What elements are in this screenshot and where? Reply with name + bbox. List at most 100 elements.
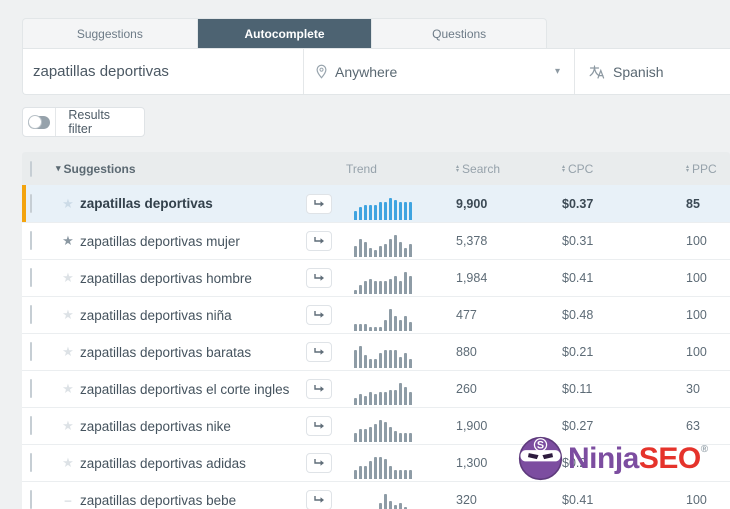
trend-sparkline	[344, 490, 448, 509]
ppc-value: 100	[686, 271, 707, 285]
row-checkbox[interactable]	[30, 342, 32, 361]
filter-toggle-icon[interactable]	[28, 115, 51, 129]
trend-sparkline	[344, 379, 448, 405]
cpc-value: $0.37	[562, 196, 594, 211]
brand-ninja: Ninja	[568, 441, 639, 475]
row-checkbox[interactable]	[30, 305, 32, 324]
cpc-value: $0.31	[562, 234, 594, 248]
language-value: Spanish	[613, 63, 664, 80]
append-keyword-button[interactable]	[306, 490, 332, 509]
favorite-star-icon[interactable]: ★	[56, 307, 80, 323]
subdirectory-arrow-icon	[314, 274, 324, 281]
favorite-star-icon[interactable]: ★	[56, 233, 80, 249]
suggestion-keyword: zapatillas deportivas mujer	[80, 233, 240, 249]
favorite-star-icon[interactable]: ★	[56, 418, 80, 434]
row-checkbox[interactable]	[30, 379, 32, 398]
trend-sparkline	[344, 231, 448, 257]
header-suggestions[interactable]: Suggestions	[56, 162, 300, 176]
ppc-value: 85	[686, 196, 700, 211]
cpc-value: $0.21	[562, 345, 594, 359]
row-checkbox[interactable]	[30, 268, 32, 287]
favorite-star-icon[interactable]: ★	[56, 196, 80, 212]
select-all-checkbox[interactable]	[30, 160, 32, 177]
append-keyword-button[interactable]	[306, 193, 332, 214]
trend-sparkline	[344, 342, 448, 368]
favorite-star-icon[interactable]: ★	[56, 344, 80, 360]
svg-text:S: S	[537, 440, 544, 452]
subdirectory-arrow-icon	[314, 199, 324, 207]
results-filter-button[interactable]: Results filter	[22, 107, 145, 137]
tab-questions[interactable]: Questions	[372, 19, 546, 48]
append-keyword-button[interactable]	[306, 379, 332, 399]
append-keyword-button[interactable]	[306, 342, 332, 362]
dash-icon[interactable]: –	[56, 493, 80, 507]
search-volume: 260	[456, 382, 477, 396]
ninjaseo-watermark: S Ninja SEO ®	[518, 436, 708, 481]
row-checkbox[interactable]	[30, 453, 32, 472]
trend-sparkline	[344, 194, 448, 220]
header-search[interactable]: ▴ ▾ Search	[448, 162, 560, 176]
append-keyword-button[interactable]	[306, 416, 332, 436]
location-selector[interactable]: Anywhere ▾	[303, 49, 574, 94]
ppc-value: 30	[686, 382, 700, 396]
brand-seo: SEO	[638, 441, 701, 475]
suggestion-keyword: zapatillas deportivas baratas	[80, 344, 252, 360]
table-row: ★ zapatillas deportivas hombre 1,984 $0.41 1…	[22, 260, 730, 297]
keyword-research-page: Suggestions Autocomplete Questions Anywh…	[0, 0, 730, 509]
trend-sparkline	[344, 305, 448, 331]
language-selector[interactable]: Spanish	[574, 49, 730, 94]
append-keyword-button[interactable]	[306, 305, 332, 325]
row-checkbox[interactable]	[30, 193, 32, 213]
registered-mark: ®	[700, 443, 708, 455]
ppc-value: 100	[686, 308, 707, 322]
ppc-value: 100	[686, 493, 707, 507]
filter-label: Results filter	[68, 108, 111, 136]
search-volume: 477	[456, 308, 477, 322]
subdirectory-arrow-icon	[314, 237, 324, 244]
header-ppc[interactable]: ▴ ▾ PPC	[682, 162, 730, 176]
suggestion-keyword: zapatillas deportivas nike	[80, 418, 231, 434]
ninja-logo-icon: S	[518, 436, 563, 481]
append-keyword-button[interactable]	[306, 268, 332, 288]
tab-bar: Suggestions Autocomplete Questions	[22, 18, 547, 48]
search-volume: 1,984	[456, 271, 488, 285]
table-row: ★ zapatillas deportivas niña 477 $0.48 100	[22, 297, 730, 334]
cpc-value: $0.41	[562, 271, 594, 285]
search-volume: 880	[456, 345, 477, 359]
trend-sparkline	[344, 268, 448, 294]
table-row: ★ zapatillas deportivas 9,900 $0.37 85	[22, 185, 730, 223]
row-checkbox[interactable]	[30, 490, 32, 509]
search-bar: Anywhere ▾ Spanish	[22, 48, 730, 95]
search-volume: 9,900	[456, 196, 488, 211]
tab-autocomplete[interactable]: Autocomplete	[197, 19, 373, 48]
row-checkbox[interactable]	[30, 416, 32, 435]
cpc-value: $0.41	[562, 493, 594, 507]
subdirectory-arrow-icon	[314, 348, 324, 355]
favorite-star-icon[interactable]: ★	[56, 270, 80, 286]
suggestion-keyword: zapatillas deportivas	[80, 196, 213, 211]
suggestion-keyword: zapatillas deportivas hombre	[80, 270, 252, 286]
append-keyword-button[interactable]	[306, 231, 332, 251]
subdirectory-arrow-icon	[314, 496, 324, 503]
keyword-input[interactable]	[33, 63, 303, 80]
cpc-value: $0.11	[562, 382, 593, 396]
cpc-value: $0.48	[562, 308, 594, 322]
header-cpc[interactable]: ▴ ▾ CPC	[560, 162, 682, 176]
suggestion-keyword: zapatillas deportivas niña	[80, 307, 232, 323]
sort-icon: ▴ ▾	[456, 163, 460, 175]
table-row: ★ zapatillas deportivas mujer 5,378 $0.31 10…	[22, 223, 730, 260]
table-row: ★ zapatillas deportivas baratas 880 $0.21 10…	[22, 334, 730, 371]
suggestion-keyword: zapatillas deportivas el corte ingles	[80, 381, 290, 397]
row-checkbox[interactable]	[30, 231, 32, 250]
translate-icon	[589, 64, 605, 79]
table-row: – zapatillas deportivas bebe 320 $0.41 100	[22, 482, 730, 509]
cpc-value: $0.27	[562, 419, 594, 433]
sort-icon: ▴ ▾	[562, 163, 566, 175]
subdirectory-arrow-icon	[314, 385, 324, 392]
tab-suggestions[interactable]: Suggestions	[23, 19, 198, 48]
append-keyword-button[interactable]	[306, 453, 332, 473]
favorite-star-icon[interactable]: ★	[56, 455, 80, 471]
location-pin-icon	[316, 64, 327, 79]
subdirectory-arrow-icon	[314, 422, 324, 429]
favorite-star-icon[interactable]: ★	[56, 381, 80, 397]
